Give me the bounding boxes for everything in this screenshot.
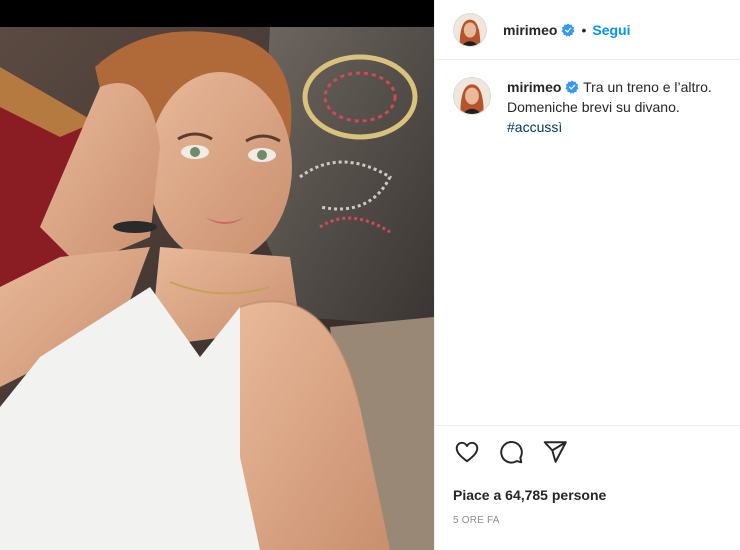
comment-button[interactable] [497, 438, 525, 466]
header-username[interactable]: mirimeo [503, 22, 557, 38]
verified-badge-icon [565, 80, 579, 94]
paper-plane-icon [543, 441, 567, 463]
post-details-panel: mirimeo • Segui mirimeo Tra un treno e l… [434, 0, 740, 550]
caption-avatar[interactable] [453, 77, 491, 115]
caption-text-line1: Tra un treno e l’altro. [583, 79, 712, 95]
comment-bubble-icon [500, 441, 523, 464]
share-button[interactable] [541, 438, 569, 466]
caption: mirimeo Tra un treno e l’altro. Domenich… [453, 77, 733, 137]
post-photo[interactable] [0, 27, 434, 550]
caption-body: mirimeo Tra un treno e l’altro. Domenich… [507, 77, 727, 137]
caption-username[interactable]: mirimeo [507, 79, 561, 95]
hashtag-link[interactable]: #accussì [507, 119, 562, 135]
post-header: mirimeo • Segui [435, 0, 740, 60]
post-media[interactable] [0, 0, 434, 550]
likes-count[interactable]: Piace a 64,785 persone [453, 487, 606, 503]
header-separator: • [581, 21, 587, 38]
avatar[interactable] [453, 12, 487, 47]
action-bar [453, 438, 585, 466]
caption-text-line2: Domeniche brevi su divano. [507, 99, 680, 115]
divider [435, 425, 740, 426]
verified-badge-icon [561, 22, 575, 37]
follow-button[interactable]: Segui [592, 22, 630, 38]
post-timestamp[interactable]: 5 ORE FA [453, 515, 500, 526]
heart-icon [455, 441, 479, 463]
like-button[interactable] [453, 438, 481, 466]
